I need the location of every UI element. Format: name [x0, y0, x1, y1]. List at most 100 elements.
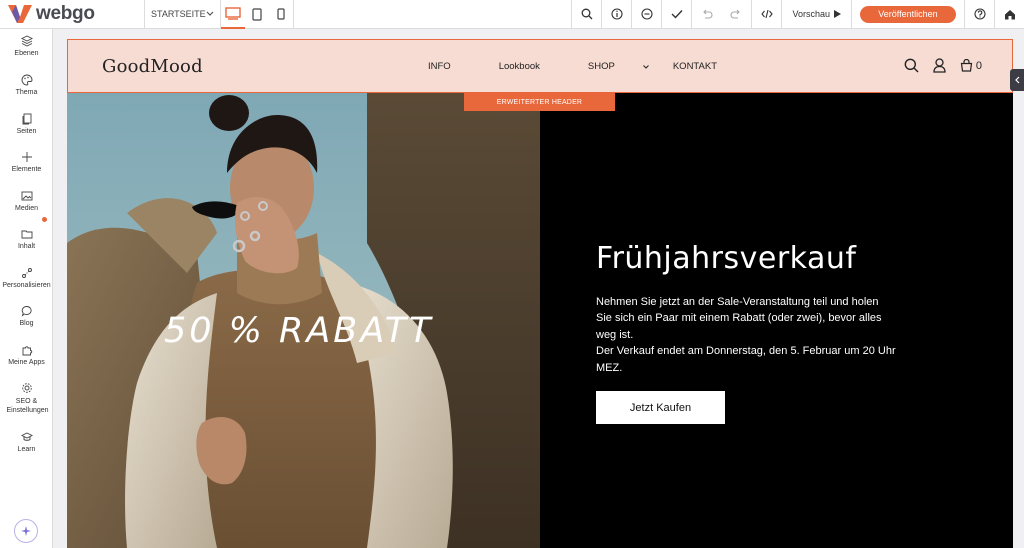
sidebar-item-label: Seiten [16, 128, 37, 135]
collapse-panel-button[interactable] [1010, 69, 1024, 91]
chat-icon [21, 306, 32, 317]
plus-icon [21, 152, 32, 162]
hero-content: Frühjahrsverkauf Nehmen Sie jetzt an der… [540, 93, 1013, 548]
media-notification-dot [42, 217, 47, 222]
sidebar-item-label: Elemente [11, 166, 42, 173]
preview-label: Vorschau [792, 9, 830, 19]
sidebar-item-label: Personalisieren [2, 282, 51, 289]
search-icon[interactable] [904, 58, 919, 73]
sparkle-icon [21, 526, 31, 536]
nav-item-lookbook[interactable]: Lookbook [499, 61, 564, 72]
website-preview: 50 % RABATT Frühjahrsverkauf Nehmen Sie … [67, 39, 1013, 548]
hero-description: Nehmen Sie jetzt an der Sale-Veranstaltu… [596, 294, 896, 376]
hero-title: Frühjahrsverkauf [596, 241, 857, 276]
sidebar-item-label: Learn [17, 446, 36, 453]
cart-icon [960, 59, 973, 72]
code-icon [761, 9, 773, 19]
sidebar-item-seiten[interactable]: Seiten [0, 113, 53, 135]
chevron-left-icon [1014, 76, 1019, 84]
nav-item-info[interactable]: INFO [428, 61, 475, 72]
hero-description-line1: Nehmen Sie jetzt an der Sale-Veranstaltu… [596, 296, 882, 341]
webgo-logo-icon [8, 5, 32, 23]
brand-logo[interactable]: GoodMood [102, 56, 203, 77]
mobile-icon [277, 8, 285, 20]
site-header[interactable]: GoodMood INFO Lookbook SHOP KONTAKT 0 [67, 39, 1013, 93]
tablet-view-button[interactable] [245, 0, 269, 29]
sidebar-item-seo[interactable]: SEO & Einstellungen [0, 382, 53, 415]
folder-icon [21, 230, 32, 239]
comments-button[interactable] [631, 0, 661, 29]
app-name: webgo [36, 3, 95, 24]
search-icon [581, 8, 593, 20]
info-icon [611, 8, 623, 20]
sidebar-item-label: Ebenen [14, 50, 39, 57]
desktop-icon [225, 6, 241, 20]
info-button[interactable] [601, 0, 631, 29]
webgo-logo[interactable]: webgo [0, 0, 145, 29]
graduation-cap-icon [20, 432, 33, 441]
checkmark-icon [671, 10, 683, 19]
site-nav: INFO Lookbook SHOP KONTAKT [428, 61, 765, 72]
ai-assistant-button[interactable] [14, 519, 38, 543]
nav-item-label: KONTAKT [672, 61, 718, 72]
nav-item-shop[interactable]: SHOP [588, 61, 649, 72]
top-toolbar: webgo STARTSEITE Vorschau Veröffentliche… [0, 0, 1024, 29]
play-icon [834, 10, 841, 18]
nav-item-label: SHOP [587, 61, 615, 72]
sidebar-item-blog[interactable]: Blog [0, 305, 53, 327]
undo-button[interactable] [691, 0, 721, 29]
sidebar-item-label: Meine Apps [8, 359, 45, 366]
sidebar-item-label: Medien [15, 205, 38, 212]
nav-item-kontakt[interactable]: KONTAKT [673, 61, 741, 72]
checklist-button[interactable] [661, 0, 691, 29]
publish-button[interactable]: Veröffentlichen [860, 5, 956, 23]
home-button[interactable] [994, 0, 1024, 29]
hero-description-line2: Der Verkauf endet am Donnerstag, den 5. … [596, 345, 896, 374]
sidebar-item-meine-apps[interactable]: Meine Apps [0, 344, 53, 366]
sidebar-item-ebenen[interactable]: Ebenen [0, 35, 53, 57]
sidebar-item-elemente[interactable]: Elemente [0, 151, 53, 173]
comment-icon [641, 8, 653, 20]
gear-icon [21, 383, 32, 393]
sidebar-item-medien[interactable]: Medien [0, 190, 53, 212]
code-button[interactable] [751, 0, 781, 29]
preview-button[interactable]: Vorschau [781, 0, 851, 29]
extended-header-tag[interactable]: ERWEITERTER HEADER [464, 93, 615, 111]
sidebar-item-label: Blog [19, 320, 34, 327]
header-actions: 0 [904, 58, 982, 73]
layers-icon [20, 35, 33, 47]
sidebar-item-thema[interactable]: Thema [0, 74, 53, 96]
sidebar-item-label: Inhalt [17, 243, 36, 250]
sidebar-item-label: Thema [15, 89, 38, 96]
mobile-view-button[interactable] [269, 0, 293, 29]
publish-area: Veröffentlichen [851, 0, 964, 29]
nav-item-label: Lookbook [498, 61, 540, 72]
hero-image[interactable]: 50 % RABATT [67, 93, 540, 548]
cart-count: 0 [975, 59, 982, 72]
image-icon [21, 191, 32, 201]
home-icon [1004, 9, 1015, 19]
page-selector-label: STARTSEITE [151, 9, 206, 19]
tablet-icon [252, 7, 262, 21]
user-icon[interactable] [933, 58, 946, 73]
device-switcher [221, 0, 294, 29]
editor-canvas: 50 % RABATT Frühjahrsverkauf Nehmen Sie … [54, 29, 1024, 548]
left-sidebar: Ebenen Thema Seiten Elemente Medien Inha… [0, 29, 53, 548]
search-button[interactable] [571, 0, 601, 29]
cart-button[interactable]: 0 [960, 59, 982, 72]
palette-icon [21, 74, 32, 86]
pages-icon [22, 113, 31, 125]
puzzle-icon [22, 346, 32, 356]
buy-now-button[interactable]: Jetzt Kaufen [596, 391, 725, 424]
help-icon [973, 8, 986, 20]
sidebar-item-learn[interactable]: Learn [0, 431, 53, 453]
help-button[interactable] [964, 0, 994, 29]
redo-button[interactable] [721, 0, 751, 29]
desktop-view-button[interactable] [221, 0, 245, 29]
page-selector[interactable]: STARTSEITE [145, 0, 221, 29]
sidebar-item-personalisieren[interactable]: Personalisieren [0, 267, 53, 289]
chevron-down-icon [206, 11, 214, 16]
nav-item-label: INFO [428, 61, 451, 72]
sidebar-item-label: SEO & Einstellungen [6, 398, 49, 414]
sidebar-item-inhalt[interactable]: Inhalt [0, 228, 53, 250]
